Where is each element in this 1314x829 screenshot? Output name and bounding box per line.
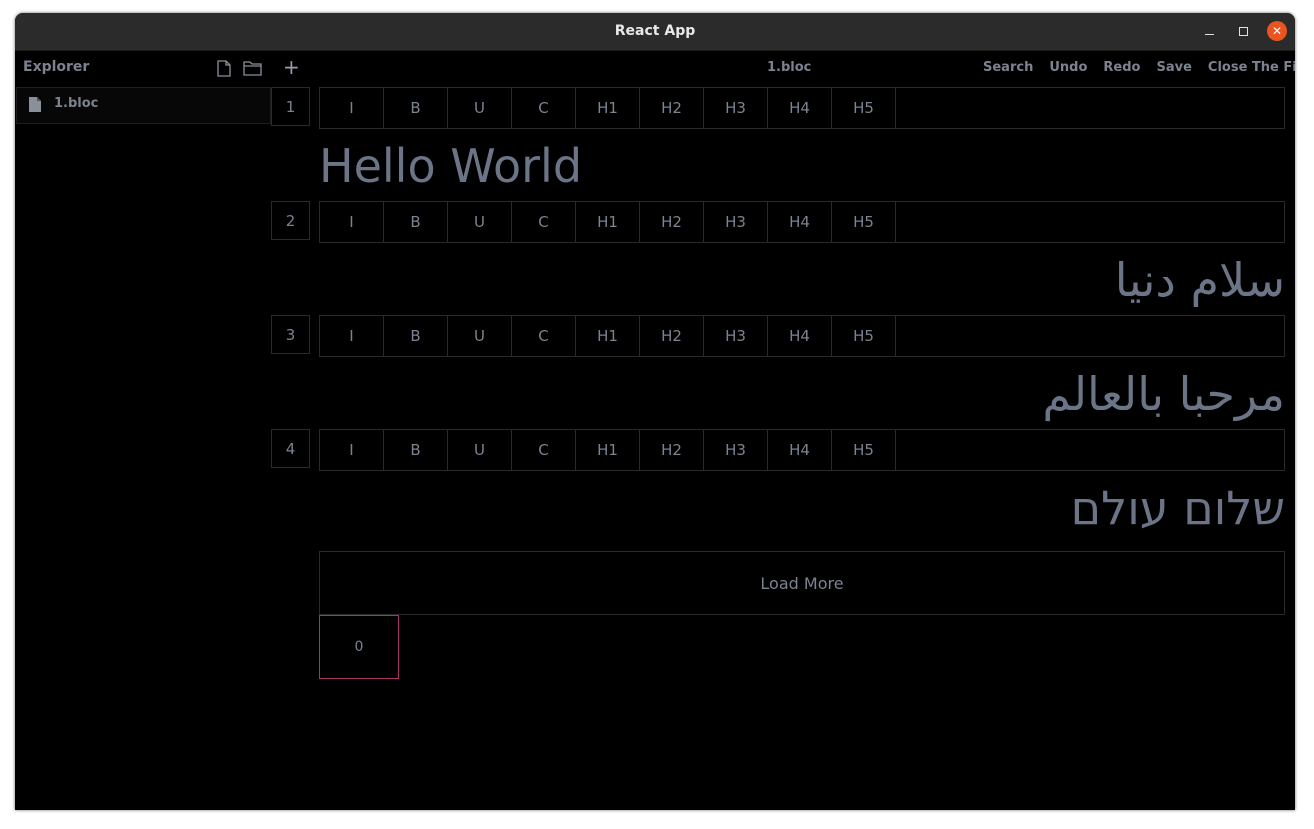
italic-button[interactable]: I	[320, 202, 384, 242]
format-toolbar: I B U C H1 H2 H3 H4 H5	[319, 429, 1285, 471]
h1-button[interactable]: H1	[576, 202, 640, 242]
h5-button[interactable]: H5	[832, 88, 896, 128]
h2-button[interactable]: H2	[640, 316, 704, 356]
h2-button[interactable]: H2	[640, 202, 704, 242]
block-content[interactable]: سلام دنیا	[319, 252, 1285, 308]
explorer-sidebar: Explorer 1.bloc	[15, 51, 271, 810]
bold-button[interactable]: B	[384, 430, 448, 470]
minimize-icon	[1204, 33, 1214, 35]
code-button[interactable]: C	[512, 316, 576, 356]
h2-button[interactable]: H2	[640, 88, 704, 128]
editor-actions: Search Undo Redo Save Close The File	[983, 60, 1295, 75]
file-name: 1.bloc	[54, 96, 99, 111]
new-folder-icon[interactable]	[243, 60, 262, 80]
bold-button[interactable]: B	[384, 316, 448, 356]
block-content[interactable]: مرحبا بالعالم	[319, 366, 1285, 422]
line-number: 3	[271, 315, 310, 354]
code-button[interactable]: C	[512, 202, 576, 242]
underline-button[interactable]: U	[448, 202, 512, 242]
h3-button[interactable]: H3	[704, 316, 768, 356]
h5-button[interactable]: H5	[832, 430, 896, 470]
file-item-1bloc[interactable]: 1.bloc	[16, 87, 271, 124]
underline-button[interactable]: U	[448, 430, 512, 470]
h4-button[interactable]: H4	[768, 316, 832, 356]
line-number: 4	[271, 429, 310, 468]
line-number: 2	[271, 201, 310, 240]
open-file-title: 1.bloc	[767, 60, 812, 75]
h3-button[interactable]: H3	[704, 88, 768, 128]
h4-button[interactable]: H4	[768, 202, 832, 242]
maximize-icon	[1238, 26, 1248, 36]
save-button[interactable]: Save	[1156, 60, 1191, 75]
h1-button[interactable]: H1	[576, 430, 640, 470]
block-content[interactable]: שלום עולם	[319, 480, 1285, 536]
code-button[interactable]: C	[512, 88, 576, 128]
italic-button[interactable]: I	[320, 430, 384, 470]
add-block-button[interactable]: +	[283, 57, 300, 77]
underline-button[interactable]: U	[448, 316, 512, 356]
block-content[interactable]: Hello World	[319, 138, 1285, 194]
h5-button[interactable]: H5	[832, 202, 896, 242]
bold-button[interactable]: B	[384, 202, 448, 242]
format-toolbar: I B U C H1 H2 H3 H4 H5	[319, 201, 1285, 243]
underline-button[interactable]: U	[448, 88, 512, 128]
format-toolbar: I B U C H1 H2 H3 H4 H5	[319, 315, 1285, 357]
h2-button[interactable]: H2	[640, 430, 704, 470]
h1-button[interactable]: H1	[576, 316, 640, 356]
bold-button[interactable]: B	[384, 88, 448, 128]
h4-button[interactable]: H4	[768, 88, 832, 128]
close-icon: ✕	[1271, 24, 1283, 38]
redo-button[interactable]: Redo	[1103, 60, 1140, 75]
explorer-heading: Explorer	[23, 59, 90, 75]
h3-button[interactable]: H3	[704, 430, 768, 470]
h4-button[interactable]: H4	[768, 430, 832, 470]
italic-button[interactable]: I	[320, 88, 384, 128]
h5-button[interactable]: H5	[832, 316, 896, 356]
window-title: React App	[614, 23, 696, 39]
search-button[interactable]: Search	[983, 60, 1033, 75]
title-bar: React App ✕	[15, 13, 1295, 51]
app-window: React App ✕ Explorer 1.bloc + 1.bloc Sea…	[15, 13, 1295, 810]
file-icon	[29, 97, 41, 116]
minimize-button[interactable]	[1199, 21, 1219, 41]
close-file-button[interactable]: Close The File	[1208, 60, 1295, 75]
format-toolbar: I B U C H1 H2 H3 H4 H5	[319, 87, 1285, 129]
new-file-icon[interactable]	[217, 60, 231, 81]
undo-button[interactable]: Undo	[1049, 60, 1087, 75]
counter-box[interactable]: 0	[319, 615, 399, 679]
code-button[interactable]: C	[512, 430, 576, 470]
maximize-button[interactable]	[1233, 21, 1253, 41]
h3-button[interactable]: H3	[704, 202, 768, 242]
h1-button[interactable]: H1	[576, 88, 640, 128]
load-more-button[interactable]: Load More	[319, 551, 1285, 615]
italic-button[interactable]: I	[320, 316, 384, 356]
close-window-button[interactable]: ✕	[1267, 21, 1287, 41]
line-number: 1	[271, 87, 310, 126]
